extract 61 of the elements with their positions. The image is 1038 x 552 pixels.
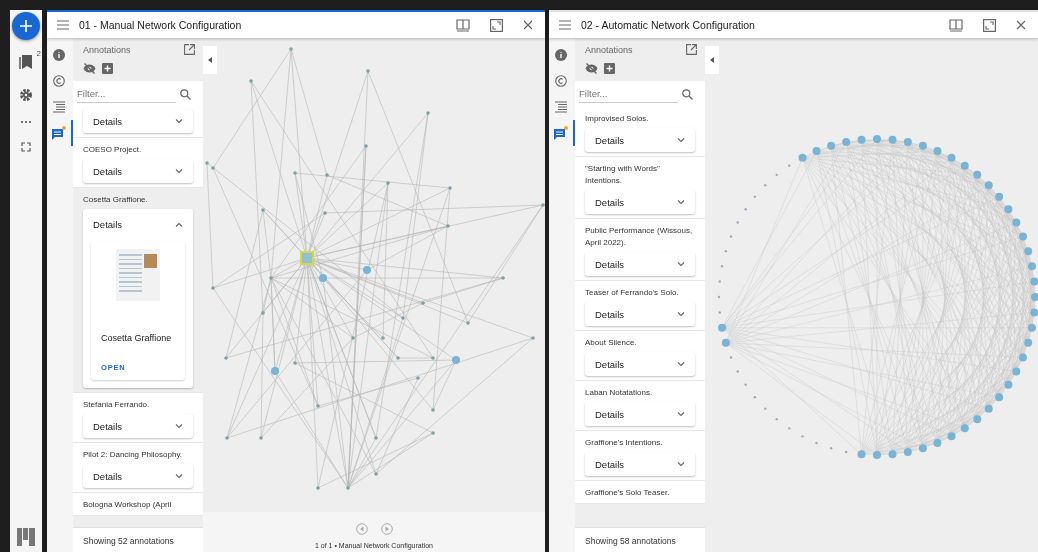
annotation-item[interactable]: About Silence. Details (575, 331, 705, 381)
annotation-item[interactable]: "Starting with Words" Intentions. Details (575, 157, 705, 219)
details-label: Details (595, 308, 625, 320)
annotation-item[interactable]: Pilot 2: Dancing Philosophy. Details (73, 443, 203, 493)
details-label: Details (93, 165, 123, 177)
details-label: Details (93, 115, 123, 127)
details-accordion[interactable]: Details (585, 128, 695, 152)
details-label: Details (93, 470, 123, 482)
filter-field[interactable]: Filter... (575, 81, 705, 107)
details-label: Details (595, 196, 625, 208)
annotation-count: Showing 58 annotations (585, 536, 676, 546)
details-label: Details (595, 358, 625, 370)
details-label: Details (93, 218, 123, 230)
annotation-label: About Silence. (585, 337, 638, 349)
annotation-item[interactable]: Teaser of Ferrando's Solo. Details (575, 281, 705, 331)
window-title: 02 - Automatic Network Configuration (581, 19, 756, 31)
annotation-label: Cosetta Graffione. (83, 194, 149, 206)
details-label: Details (93, 420, 123, 432)
filter-input[interactable]: Filter... (77, 86, 176, 103)
annotation-label: Stefania Ferrando. (83, 399, 151, 411)
filter-field[interactable]: Filter... (73, 81, 203, 107)
panel-title: Annotations (585, 44, 633, 55)
filter-input[interactable]: Filter... (579, 86, 678, 103)
details-accordion[interactable]: Details (585, 452, 695, 476)
annotation-item[interactable]: Stefania Ferrando. Details (73, 393, 203, 443)
resource-title: Cosetta Graffione (100, 333, 172, 343)
details-accordion[interactable]: Details (585, 190, 695, 214)
annotation-item[interactable]: Public Performance (Wissous, April 2022). Details (575, 219, 705, 281)
annotation-label: "Starting with Words" Intentions. (585, 163, 661, 187)
details-label: Details (595, 408, 625, 420)
annotation-item[interactable]: Graffione's Solo Teaser. (575, 481, 705, 504)
panel-title: Annotations (83, 44, 131, 55)
details-accordion[interactable]: Details (83, 414, 193, 438)
details-label: Details (595, 458, 625, 470)
annotation-item[interactable]: Bologna Workshop (April (73, 493, 203, 516)
annotation-label: Graffione's Solo Teaser. (585, 487, 671, 499)
annotation-label: Laban Notatations. (585, 387, 654, 399)
annotation-label: Graffione's Intentions. (585, 437, 664, 449)
annotation-item[interactable]: Details (73, 107, 203, 138)
annotation-item[interactable]: Improvised Solos. Details (575, 107, 705, 157)
window-count: 2 (36, 49, 41, 58)
details-label: Details (595, 258, 625, 270)
window-title: 01 - Manual Network Configuration (79, 19, 243, 31)
details-accordion[interactable]: Details (585, 352, 695, 376)
details-accordion[interactable]: Details (83, 109, 193, 133)
annotation-label: Bologna Workshop (April (83, 499, 173, 511)
annotation-label: COESO Project. (83, 144, 143, 156)
details-accordion[interactable]: Details (585, 402, 695, 426)
annotation-item[interactable]: Laban Notatations. Details (575, 381, 705, 431)
details-accordion[interactable]: Details (83, 159, 193, 183)
details-accordion[interactable]: Details (585, 302, 695, 326)
annotation-count: Showing 52 annotations (83, 536, 174, 546)
annotation-item[interactable]: Graffione's Intentions. Details (575, 431, 705, 481)
annotation-label: Improvised Solos. (585, 113, 650, 125)
details-accordion[interactable]: Details (585, 252, 695, 276)
annotation-label: Public Performance (Wissous, April 2022). (585, 225, 694, 249)
annotation-item[interactable]: COESO Project. Details (73, 138, 203, 188)
details-accordion[interactable]: Details (83, 464, 193, 488)
annotation-label: Teaser of Ferrando's Solo. (585, 287, 680, 299)
details-label: Details (595, 134, 625, 146)
annotation-label: Pilot 2: Dancing Philosophy. (83, 449, 184, 461)
